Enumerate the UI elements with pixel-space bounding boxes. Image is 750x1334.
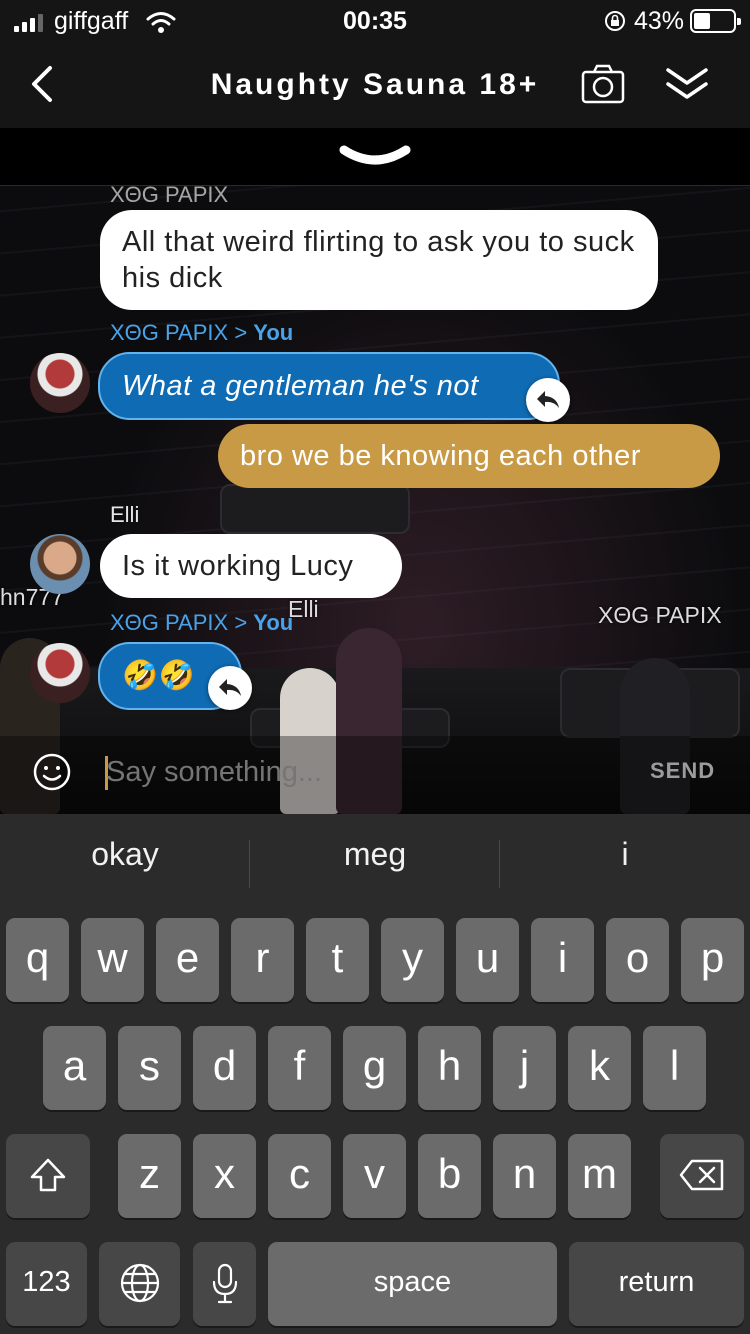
key-v[interactable]: v (343, 1134, 406, 1218)
message-sender: XΘG PAPIX (110, 182, 229, 207)
battery-percent: 43% (634, 7, 685, 35)
sofa (220, 484, 410, 534)
message-bubble[interactable]: All that weird flirting to ask you to su… (100, 210, 658, 310)
keyboard: okay meg i q w e r t y u i o p a s d f g… (0, 814, 750, 1334)
avatar[interactable] (30, 353, 90, 413)
key-d[interactable]: d (193, 1026, 256, 1110)
key-b[interactable]: b (418, 1134, 481, 1218)
space-key[interactable]: space (268, 1242, 557, 1326)
globe-key[interactable] (99, 1242, 180, 1326)
recipient-arrow: > (234, 610, 248, 635)
key-j[interactable]: j (493, 1026, 556, 1110)
key-m[interactable]: m (568, 1134, 631, 1218)
suggestion-2[interactable]: meg (250, 836, 500, 873)
scene-toggle-bar[interactable] (0, 128, 750, 186)
key-y[interactable]: y (381, 918, 444, 1002)
shift-key[interactable] (6, 1134, 90, 1218)
avatar-name-label: XΘG PAPIX (598, 602, 722, 628)
suggestion-1[interactable]: okay (0, 836, 250, 873)
collapse-icon[interactable] (664, 64, 710, 104)
key-w[interactable]: w (81, 918, 144, 1002)
sender-name: XΘG PAPIX (110, 320, 229, 345)
numbers-key[interactable]: 123 (6, 1242, 87, 1326)
avatar[interactable] (30, 534, 90, 594)
message-sender: XΘG PAPIX > You (110, 610, 293, 636)
key-l[interactable]: l (643, 1026, 706, 1110)
message-bubble[interactable]: bro we be knowing each other (218, 424, 720, 488)
status-bar: giffgaff 00:35 43% (0, 0, 750, 44)
reply-icon[interactable] (208, 666, 252, 710)
key-c[interactable]: c (268, 1134, 331, 1218)
microphone-key[interactable] (193, 1242, 256, 1326)
key-k[interactable]: k (568, 1026, 631, 1110)
message-bubble[interactable]: Is it working Lucy (100, 534, 402, 598)
room-scene: hn777 Elli XΘG PAPIX XΘG PAPIX All that … (0, 128, 750, 814)
message-sender: XΘG PAPIX > You (110, 320, 293, 346)
key-r[interactable]: r (231, 918, 294, 1002)
key-f[interactable]: f (268, 1026, 331, 1110)
reply-icon[interactable] (526, 378, 570, 422)
key-a[interactable]: a (43, 1026, 106, 1110)
rotation-lock-icon (605, 11, 625, 31)
key-h[interactable]: h (418, 1026, 481, 1110)
camera-icon[interactable] (581, 64, 625, 104)
backspace-icon (679, 1159, 724, 1191)
recipient-name: You (253, 320, 294, 345)
emoji-icon[interactable] (32, 752, 72, 792)
room-title: Naughty Sauna 18+ (210, 68, 540, 101)
shift-icon (30, 1158, 66, 1192)
return-key[interactable]: return (569, 1242, 744, 1326)
key-i[interactable]: i (531, 918, 594, 1002)
message-sender: Elli (110, 502, 140, 527)
send-button[interactable]: SEND (650, 758, 715, 784)
backspace-key[interactable] (660, 1134, 744, 1218)
key-n[interactable]: n (493, 1134, 556, 1218)
key-p[interactable]: p (681, 918, 744, 1002)
sender-name: XΘG PAPIX (110, 610, 229, 635)
key-o[interactable]: o (606, 918, 669, 1002)
key-z[interactable]: z (118, 1134, 181, 1218)
key-s[interactable]: s (118, 1026, 181, 1110)
key-g[interactable]: g (343, 1026, 406, 1110)
key-q[interactable]: q (6, 918, 69, 1002)
back-chevron-icon[interactable] (26, 62, 60, 106)
key-t[interactable]: t (306, 918, 369, 1002)
globe-icon (120, 1263, 159, 1303)
expand-chevron-icon[interactable] (338, 142, 412, 172)
message-input[interactable] (106, 754, 606, 790)
recipient-name: You (253, 610, 294, 635)
key-e[interactable]: e (156, 918, 219, 1002)
message-input-row: SEND (0, 736, 750, 814)
microphone-icon (212, 1263, 237, 1304)
chat-header: Naughty Sauna 18+ (0, 44, 750, 128)
key-u[interactable]: u (456, 918, 519, 1002)
key-x[interactable]: x (193, 1134, 256, 1218)
suggestion-3[interactable]: i (500, 836, 750, 873)
recipient-arrow: > (234, 320, 248, 345)
avatar[interactable] (30, 643, 90, 703)
battery-icon (690, 9, 741, 33)
message-bubble[interactable]: What a gentleman he's not (98, 352, 560, 420)
